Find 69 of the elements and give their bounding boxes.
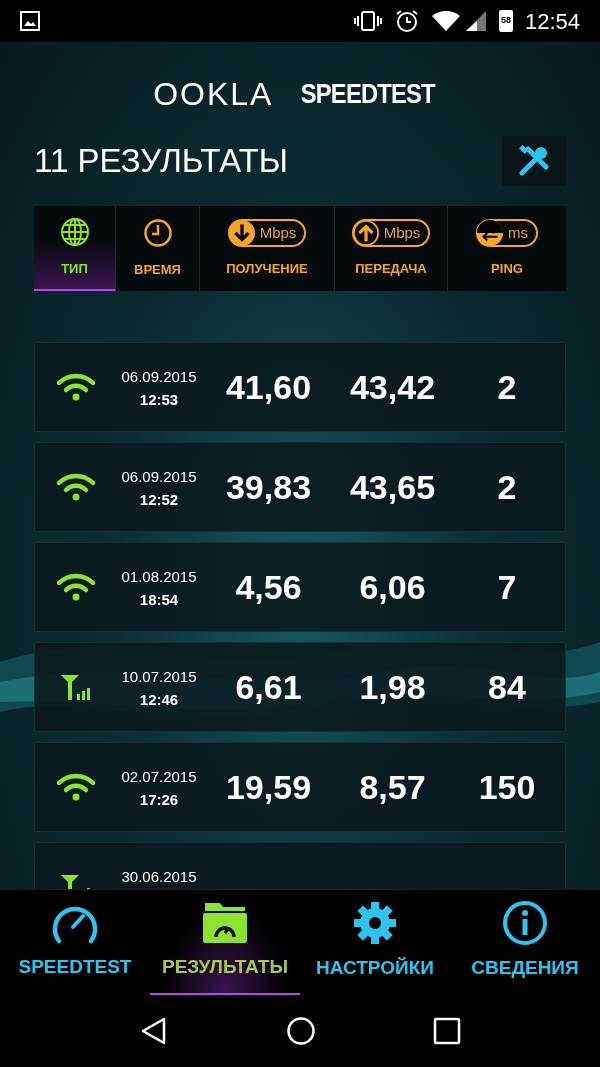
upload-speed: 43,42 — [349, 366, 436, 408]
upload-unit-badge: Mbps — [351, 218, 431, 247]
ping-value: 84 — [488, 666, 526, 708]
battery-level: 58 — [500, 14, 511, 28]
ping-value: 150 — [478, 766, 536, 808]
result-date: 30.06.2015 — [121, 867, 197, 887]
result-time: 12:46 — [139, 689, 179, 710]
brand-logo: OOKLA — [153, 75, 274, 114]
result-date: 06.09.2015 — [121, 367, 197, 387]
globe-icon — [59, 216, 90, 247]
download-speed: 19,59 — [225, 766, 312, 808]
settings-icon — [352, 900, 398, 947]
cell-signal-icon — [464, 10, 487, 32]
sort-tab[interactable]: ТИП — [34, 206, 116, 291]
wifi-icon — [56, 572, 96, 602]
download-speed: 6,61 — [235, 666, 302, 708]
wifi-icon — [56, 772, 96, 802]
clock-icon — [142, 217, 173, 248]
wifi-icon — [56, 372, 96, 402]
sort-tab[interactable]: Mbps ПОЛУЧЕНИЕ — [200, 206, 335, 291]
nav-tab[interactable]: СВЕДЕНИЯ — [450, 890, 600, 995]
wifi-icon — [56, 472, 96, 502]
upload-speed: 43,65 — [349, 466, 436, 508]
result-date: 06.09.2015 — [121, 467, 197, 487]
ping-value: 2 — [497, 366, 517, 408]
result-row[interactable]: 30.06.2015 — [34, 842, 566, 889]
ping-unit-badge: ms — [476, 218, 538, 247]
result-row[interactable]: 06.09.2015 12:53 41,60 43,42 2 — [34, 342, 566, 432]
result-date: 10.07.2015 — [121, 667, 197, 687]
sort-tab[interactable]: Mbps ПЕРЕДАЧА — [335, 206, 448, 291]
result-time: 12:52 — [139, 489, 179, 510]
antenna-icon — [59, 672, 93, 702]
ping-value: 7 — [497, 566, 517, 608]
upload-speed: 8,57 — [359, 766, 426, 808]
image-icon — [20, 11, 40, 31]
ping-value: 2 — [497, 466, 517, 508]
result-row[interactable]: 06.09.2015 12:52 39,83 43,65 2 — [34, 442, 566, 532]
clock-time: 12:54 — [524, 7, 580, 36]
upload-speed: 6,06 — [359, 566, 426, 608]
result-row[interactable]: 02.07.2015 17:26 19,59 8,57 150 — [34, 742, 566, 832]
nav-tab[interactable]: SPEEDTEST — [0, 890, 150, 995]
home-button[interactable] — [286, 1016, 316, 1046]
result-time: 18:54 — [139, 589, 179, 610]
upload-speed: 1,98 — [359, 666, 426, 708]
recents-button[interactable] — [433, 1017, 462, 1045]
result-time: 17:26 — [139, 789, 179, 810]
alarm-clock-icon — [394, 9, 419, 33]
result-row[interactable]: 10.07.2015 12:46 6,61 1,98 84 — [34, 642, 566, 732]
arrows-icon — [476, 218, 504, 247]
download-speed: 4,56 — [235, 566, 302, 608]
download-speed: 39,83 — [225, 466, 312, 508]
nav-tab[interactable]: НАСТРОЙКИ — [300, 890, 450, 995]
results-title: 11 РЕЗУЛЬТАТЫ — [34, 141, 289, 182]
download-speed: 41,60 — [225, 366, 312, 408]
result-date: 02.07.2015 — [121, 767, 197, 787]
sort-tab[interactable]: ms PING — [448, 206, 566, 291]
tools-button[interactable] — [502, 136, 566, 186]
app-name: SPEEDTEST — [301, 77, 436, 111]
result-time: 12:53 — [139, 389, 179, 410]
result-row[interactable]: 01.08.2015 18:54 4,56 6,06 7 — [34, 542, 566, 632]
result-date: 01.08.2015 — [121, 567, 197, 587]
recents-icon — [433, 1017, 462, 1045]
download-unit-badge: Mbps — [227, 218, 307, 247]
home-icon — [286, 1016, 316, 1046]
vibrate-icon — [352, 10, 383, 32]
wifi-signal-icon — [430, 10, 461, 32]
info-icon — [502, 900, 548, 947]
folder-icon — [202, 901, 248, 946]
sort-tab[interactable]: ВРЕМЯ — [116, 206, 200, 291]
